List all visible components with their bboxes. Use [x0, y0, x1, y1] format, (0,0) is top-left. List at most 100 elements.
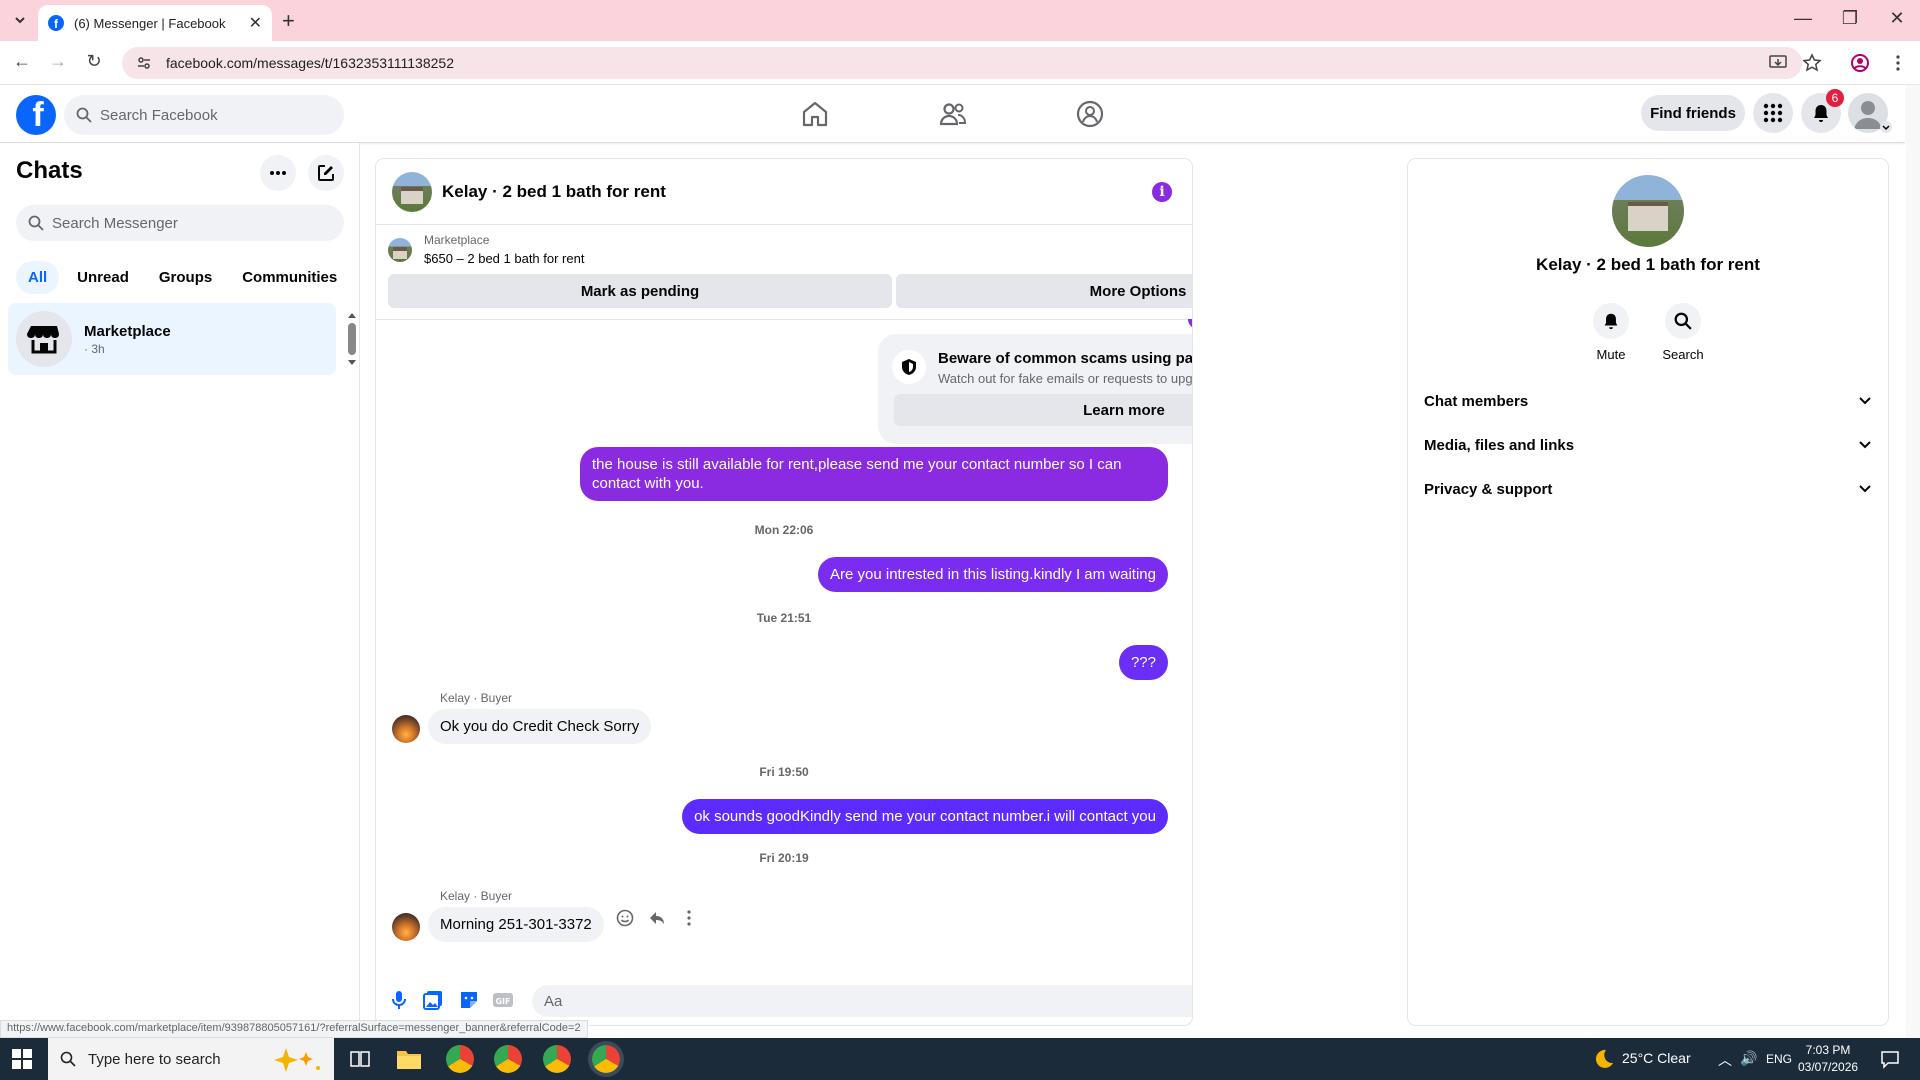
browser-tab[interactable]: f (6) Messenger | Facebook ✕ [38, 5, 272, 41]
new-tab-icon[interactable]: + [282, 8, 295, 34]
window-close-icon[interactable]: ✕ [1882, 8, 1912, 29]
learn-more-button[interactable]: Learn more [894, 394, 1192, 426]
bell-icon [1593, 303, 1629, 339]
profile-icon[interactable] [1850, 53, 1870, 73]
chats-options-button[interactable] [260, 155, 296, 191]
listing-profile-avatar[interactable] [1612, 175, 1684, 247]
photo-icon[interactable] [422, 989, 444, 1011]
facebook-logo-icon[interactable]: f [16, 95, 56, 135]
react-smiley-icon[interactable] [616, 909, 634, 927]
grid-icon [1763, 103, 1783, 123]
reply-icon[interactable] [648, 909, 666, 927]
mark-as-pending-button[interactable]: Mark as pending [388, 274, 892, 308]
conversation-info-panel: Kelay · 2 bed 1 bath for rent Mute Searc… [1408, 159, 1888, 1025]
chrome-app-icon[interactable] [543, 1045, 571, 1073]
shield-icon [892, 350, 926, 384]
groups-icon[interactable] [1075, 99, 1105, 129]
language-indicator[interactable]: ENG [1766, 1052, 1792, 1066]
media-files-links-section[interactable]: Media, files and links [1424, 427, 1872, 463]
marketplace-listing-banner[interactable]: Marketplace $650 – 2 bed 1 bath for rent [388, 233, 584, 266]
gif-icon[interactable]: GIF [492, 989, 514, 1011]
tab-close-icon[interactable]: ✕ [249, 13, 262, 33]
chat-item-marketplace[interactable]: Marketplace · 3h [8, 303, 336, 375]
compose-icon [318, 165, 334, 181]
url-bar[interactable]: facebook.com/messages/t/1632353111138252 [122, 47, 1802, 79]
buyer-avatar[interactable] [392, 715, 420, 743]
previous-message-bubble [1188, 319, 1192, 329]
conversation-title[interactable]: Kelay · 2 bed 1 bath for rent [442, 182, 666, 202]
buyer-avatar[interactable] [392, 913, 420, 941]
search-action[interactable]: Search [1648, 303, 1718, 362]
new-message-button[interactable] [308, 155, 344, 191]
filter-communities[interactable]: Communities [230, 261, 349, 294]
filter-unread[interactable]: Unread [65, 261, 141, 294]
outgoing-message[interactable]: ok sounds goodKindly send me your contac… [682, 799, 1168, 834]
search-icon [76, 107, 92, 123]
chats-scrollbar[interactable] [348, 311, 356, 367]
bell-icon [1814, 105, 1828, 122]
chrome-app-icon-active[interactable] [592, 1045, 620, 1073]
file-explorer-icon[interactable] [396, 1047, 422, 1071]
message-input[interactable]: Aa [532, 985, 1192, 1017]
search-highlight-sparkle-icon [274, 1048, 320, 1072]
outgoing-message[interactable]: the house is still available for rent,pl… [580, 447, 1168, 501]
tab-list-chevron-icon[interactable] [10, 10, 30, 30]
message-input-placeholder: Aa [544, 992, 563, 1010]
scam-warning-title: Beware of common scams using payment app… [938, 350, 1192, 367]
outgoing-message[interactable]: ??? [1118, 645, 1168, 680]
minimize-icon[interactable]: — [1788, 8, 1818, 29]
more-vertical-icon[interactable] [680, 909, 698, 927]
windows-start-icon[interactable] [12, 1049, 32, 1069]
messenger-search-input[interactable]: Search Messenger [16, 205, 344, 241]
filter-groups[interactable]: Groups [147, 261, 224, 294]
browser-menu-icon[interactable] [1888, 53, 1908, 73]
weather-text[interactable]: 25°C Clear [1622, 1050, 1691, 1066]
task-view-icon[interactable] [350, 1049, 370, 1069]
marketplace-avatar [16, 311, 72, 367]
forward-icon[interactable]: → [46, 51, 70, 75]
site-settings-icon[interactable] [136, 55, 152, 71]
bookmark-star-icon[interactable] [1802, 53, 1822, 73]
microphone-icon[interactable] [388, 989, 410, 1011]
taskbar-clock[interactable]: 7:03 PM 03/07/2026 [1798, 1042, 1858, 1076]
incoming-message[interactable]: Morning 251-301-3372 [428, 907, 604, 942]
chats-scrollbar-thumb[interactable] [348, 323, 356, 355]
install-app-icon[interactable] [1768, 53, 1788, 73]
chrome-app-icon[interactable] [446, 1045, 474, 1073]
filter-all[interactable]: All [16, 261, 60, 294]
reload-icon[interactable]: ↻ [82, 51, 106, 75]
taskbar-search-placeholder: Type here to search [88, 1050, 221, 1068]
scam-warning-subtitle: Watch out for fake emails or requests to… [938, 371, 1192, 386]
home-icon[interactable] [800, 99, 830, 129]
find-friends-button[interactable]: Find friends [1641, 95, 1745, 131]
menu-grid-button[interactable] [1753, 93, 1793, 133]
listing-avatar[interactable] [392, 171, 432, 212]
privacy-support-label: Privacy & support [1424, 480, 1553, 498]
privacy-support-section[interactable]: Privacy & support [1424, 471, 1872, 507]
more-options-button[interactable]: More Options [896, 274, 1192, 308]
banner-divider [376, 319, 1192, 320]
chrome-app-icon[interactable] [494, 1045, 522, 1073]
mute-action[interactable]: Mute [1576, 303, 1646, 362]
volume-icon[interactable]: 🔊 [1740, 1050, 1757, 1067]
sticker-icon[interactable] [458, 989, 480, 1011]
incoming-message[interactable]: Ok you do Credit Check Sorry [428, 709, 652, 744]
notification-center-icon[interactable] [1880, 1049, 1900, 1069]
back-icon[interactable]: ← [10, 51, 34, 75]
account-chevron-icon[interactable] [1880, 121, 1892, 133]
marketplace-store-icon [27, 326, 59, 354]
facebook-search-placeholder: Search Facebook [100, 106, 218, 124]
conversation-pane: Kelay · 2 bed 1 bath for rent i Marketpl… [376, 159, 1192, 1025]
message-actions [616, 909, 698, 927]
outgoing-message[interactable]: Are you intrested in this listing.kindly… [818, 557, 1168, 592]
page-scrollbar[interactable] [1906, 85, 1920, 1038]
notification-count-badge: 6 [1826, 89, 1844, 107]
chat-members-section[interactable]: Chat members [1424, 383, 1872, 419]
restore-icon[interactable]: ❐ [1835, 8, 1865, 29]
tray-chevron-up-icon[interactable]: ︿ [1718, 1050, 1732, 1070]
friends-icon[interactable] [938, 99, 968, 129]
facebook-search-input[interactable]: Search Facebook [64, 95, 344, 135]
taskbar-search-input[interactable]: Type here to search [48, 1038, 334, 1080]
search-icon [60, 1051, 76, 1067]
conversation-info-icon[interactable]: i [1152, 182, 1172, 202]
